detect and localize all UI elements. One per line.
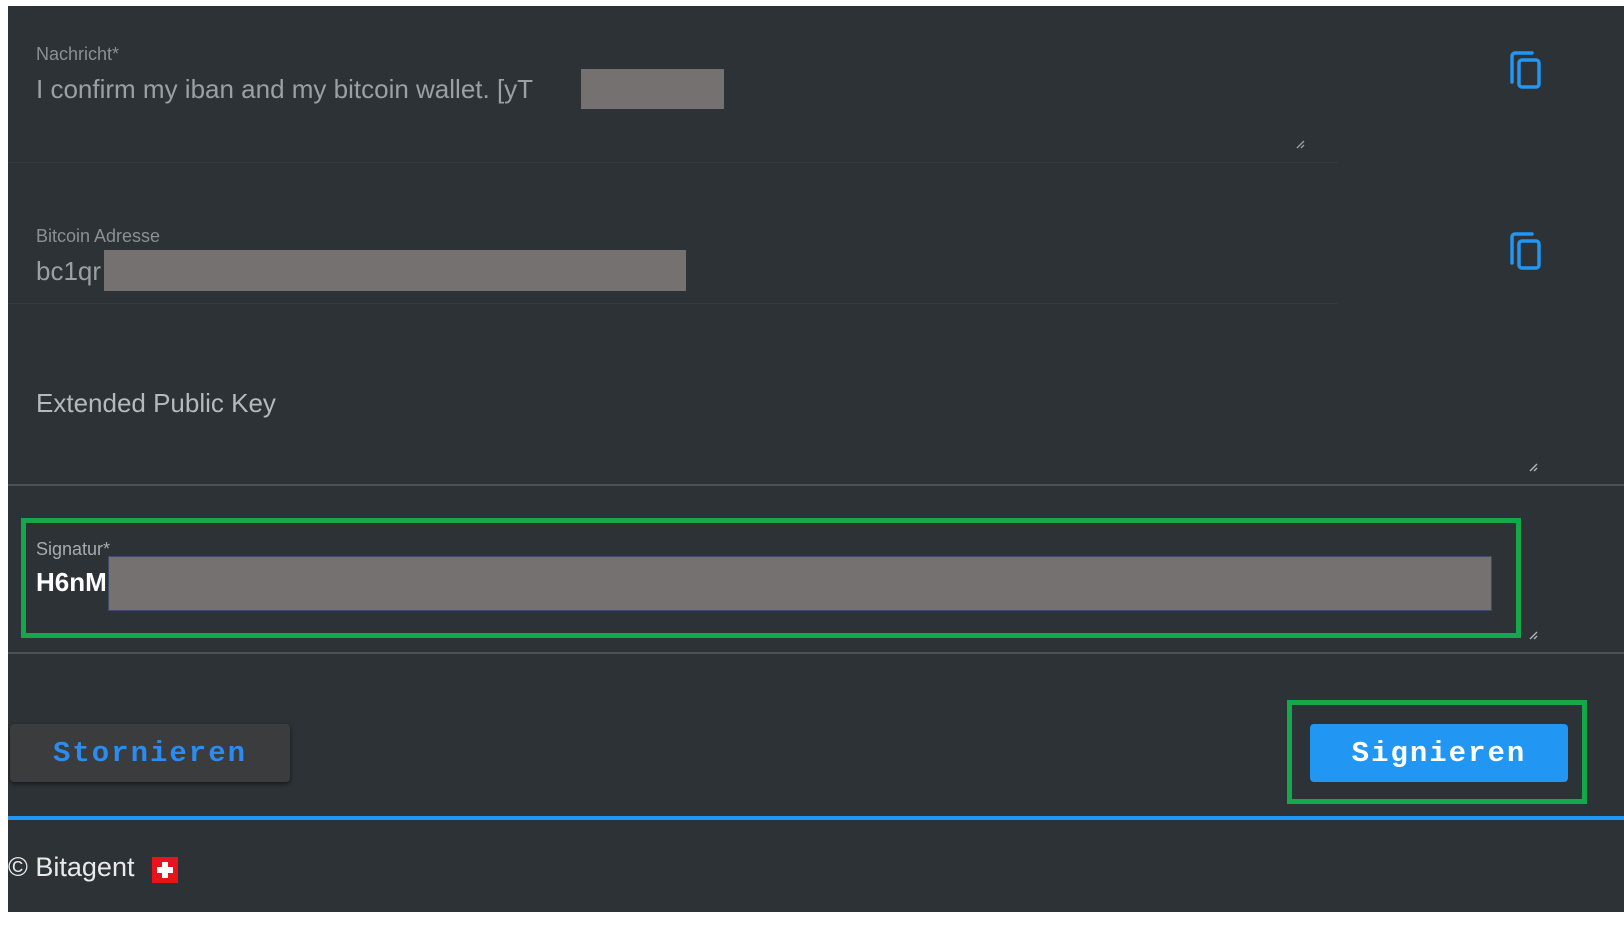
signature-underline — [8, 652, 1624, 654]
copy-icon[interactable] — [1508, 231, 1544, 273]
xpub-placeholder: Extended Public Key — [36, 388, 276, 418]
footer-divider — [8, 816, 1624, 820]
resize-handle-icon[interactable] — [1528, 462, 1538, 472]
cancel-button[interactable]: Stornieren — [10, 724, 290, 782]
redacted-block — [581, 69, 724, 109]
bitcoin-address-underline — [8, 303, 1338, 304]
xpub-underline — [8, 484, 1624, 486]
signature-highlight-box — [21, 518, 1521, 638]
redacted-block — [104, 250, 686, 291]
message-value[interactable]: I confirm my iban and my bitcoin wallet.… — [36, 74, 533, 105]
bitcoin-address-field[interactable]: Bitcoin Adresse bc1qr — [8, 186, 1338, 306]
footer-copyright: © Bitagent — [8, 852, 135, 882]
swiss-flag-icon — [152, 857, 178, 883]
message-field[interactable]: Nachricht* I confirm my iban and my bitc… — [8, 6, 1338, 166]
sign-message-form: Nachricht* I confirm my iban and my bitc… — [8, 6, 1624, 912]
copy-icon[interactable] — [1508, 50, 1544, 92]
bitcoin-address-value[interactable]: bc1qr — [36, 256, 101, 287]
bitcoin-address-label: Bitcoin Adresse — [36, 226, 161, 246]
xpub-field[interactable]: Extended Public Key — [8, 346, 1624, 486]
message-underline — [8, 162, 1338, 163]
message-label: Nachricht* — [36, 44, 120, 64]
sign-button[interactable]: Signieren — [1310, 724, 1568, 782]
resize-handle-icon[interactable] — [1295, 139, 1305, 149]
resize-handle-icon[interactable] — [1528, 630, 1538, 640]
